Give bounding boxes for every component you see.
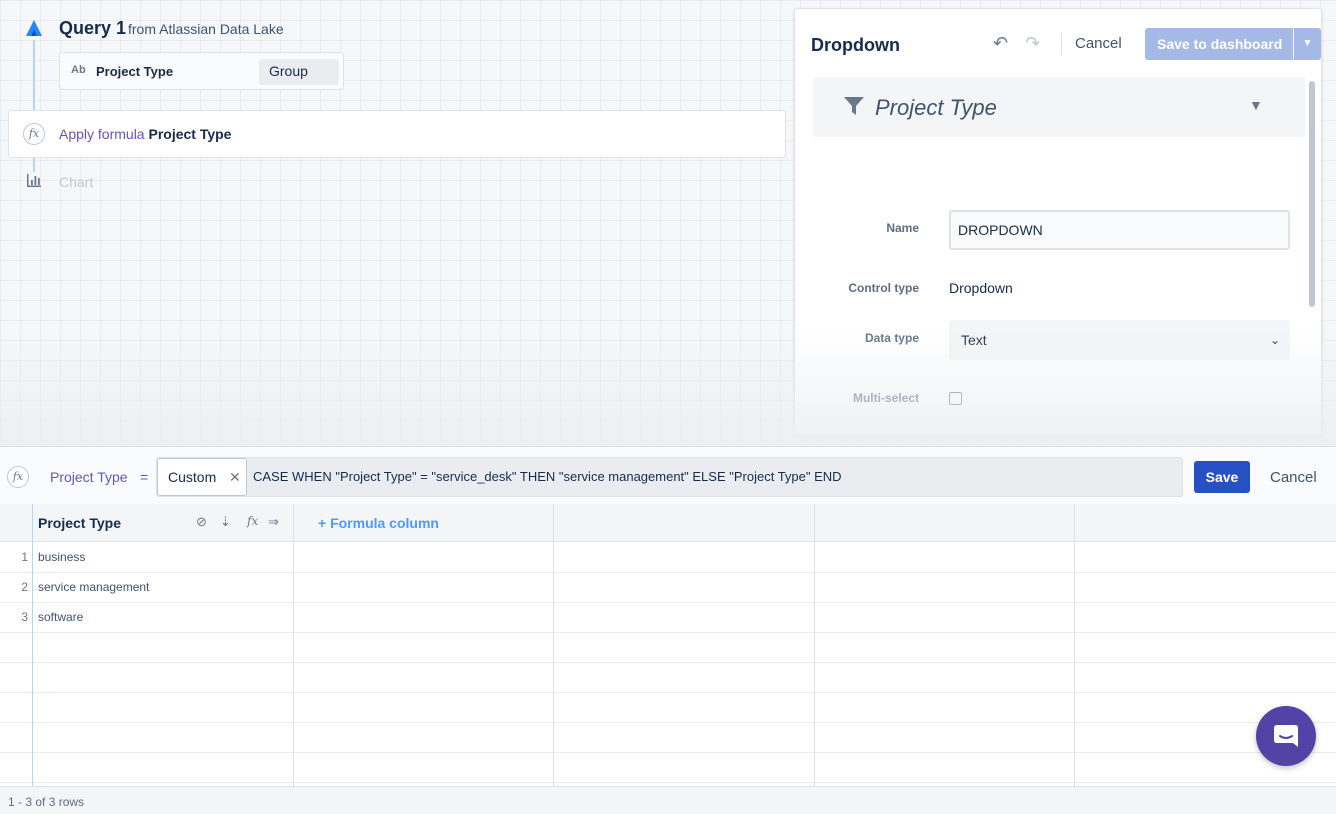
multi-select-label: Multi-select [852, 391, 919, 405]
group-operation-badge[interactable]: Group [259, 59, 339, 85]
control-type-label: Control type [848, 281, 919, 295]
hide-column-icon[interactable]: ⊘ [196, 514, 207, 530]
data-type-label: Data type [864, 331, 919, 345]
formula-expression[interactable]: CASE WHEN "Project Type" = "service_desk… [253, 469, 842, 484]
row-divider [0, 752, 1336, 753]
name-label: Name [886, 221, 919, 235]
row-divider [0, 782, 1336, 783]
bar-chart-icon [27, 174, 41, 187]
undo-icon[interactable]: ↶ [993, 33, 1008, 54]
row-divider [0, 602, 1336, 603]
formula-equals-sign: = [140, 469, 149, 485]
column-divider[interactable] [814, 504, 815, 786]
row-divider [0, 572, 1336, 573]
row-number: 2 [21, 580, 28, 594]
column-divider[interactable] [1074, 504, 1075, 786]
formula-step-field: Project Type [148, 126, 232, 142]
chart-step-label[interactable]: Chart [59, 174, 93, 190]
row-number: 3 [21, 610, 28, 624]
formula-column-name[interactable]: Project Type [50, 469, 128, 485]
panel-cancel-button[interactable]: Cancel [1075, 35, 1122, 52]
group-step[interactable]: Ab Project Type Group [59, 52, 344, 90]
formula-cancel-button[interactable]: Cancel [1270, 469, 1317, 486]
data-type-selected-value: Text [961, 332, 987, 348]
formula-fx-icon: fx [23, 123, 45, 145]
row-divider [0, 722, 1336, 723]
formula-mode-tag[interactable]: Custom ✕ [157, 458, 247, 496]
group-field-label: Project Type [96, 64, 174, 79]
results-table: Project Type ⊘ ⇣ fx ⇒ + Formula column 1… [0, 504, 1336, 786]
query-source: from Atlassian Data Lake [128, 21, 284, 37]
formula-bar: fx Project Type = Custom ✕ CASE WHEN "Pr… [0, 446, 1336, 504]
panel-scrollbar[interactable] [1309, 81, 1315, 307]
row-divider [0, 632, 1336, 633]
row-divider [0, 692, 1336, 693]
filter-icon [844, 97, 864, 115]
query-title[interactable]: Query 1 [59, 18, 126, 39]
text-type-icon: Ab [71, 64, 86, 76]
pipeline-connector [33, 158, 35, 172]
control-type-value: Dropdown [949, 280, 1013, 296]
control-preview[interactable]: Project Type ▼ [813, 77, 1305, 137]
control-settings-panel: Dropdown ↶ ↷ Cancel Save to dashboard ▼ … [794, 8, 1322, 436]
formula-fx-icon: fx [7, 466, 29, 488]
row-number: 1 [21, 550, 28, 564]
save-to-dashboard-button[interactable]: Save to dashboard [1145, 28, 1293, 60]
row-divider [0, 662, 1336, 663]
apply-formula-step[interactable]: fx Apply formula Project Type [8, 110, 786, 158]
formula-input[interactable]: Custom ✕ CASE WHEN "Project Type" = "ser… [156, 457, 1183, 497]
formula-step-action: Apply formula [59, 126, 145, 142]
table-cell[interactable]: software [38, 610, 83, 624]
preview-dropdown-caret-icon[interactable]: ▼ [1249, 97, 1263, 113]
control-preview-title: Project Type [875, 95, 997, 120]
column-divider [32, 504, 33, 786]
close-icon[interactable]: ✕ [229, 459, 241, 495]
chat-support-button[interactable] [1256, 706, 1316, 766]
arrow-right-icon[interactable]: ⇒ [268, 514, 279, 530]
column-divider[interactable] [293, 504, 294, 786]
data-type-select[interactable]: Text ⌄ [949, 320, 1290, 360]
formula-mode-label: Custom [168, 469, 217, 485]
pipeline-connector [33, 40, 35, 110]
formula-step-label: Apply formula Project Type [59, 126, 231, 142]
row-count: 1 - 3 of 3 rows [8, 795, 85, 809]
atlassian-logo-icon [26, 20, 42, 36]
column-header-project-type[interactable]: Project Type [38, 515, 121, 531]
toolbar-divider [1061, 33, 1062, 55]
save-options-chevron-down-icon[interactable]: ▼ [1294, 28, 1321, 60]
panel-title: Dropdown [811, 35, 900, 55]
pipeline-canvas: Query 1 from Atlassian Data Lake Ab Proj… [0, 0, 1336, 446]
table-cell[interactable]: service management [38, 580, 149, 594]
multi-select-checkbox[interactable] [949, 392, 962, 405]
sort-icon[interactable]: ⇣ [220, 514, 231, 530]
table-cell[interactable]: business [38, 550, 85, 564]
chat-icon [1274, 725, 1298, 747]
name-field[interactable]: DROPDOWN [949, 210, 1290, 250]
table-footer: 1 - 3 of 3 rows [0, 786, 1336, 814]
formula-fx-icon[interactable]: fx [247, 514, 258, 528]
add-formula-column-button[interactable]: + Formula column [318, 515, 439, 531]
redo-icon[interactable]: ↷ [1025, 33, 1040, 54]
formula-save-button[interactable]: Save [1194, 461, 1250, 493]
chevron-down-icon: ⌄ [1269, 333, 1280, 347]
column-divider[interactable] [553, 504, 554, 786]
